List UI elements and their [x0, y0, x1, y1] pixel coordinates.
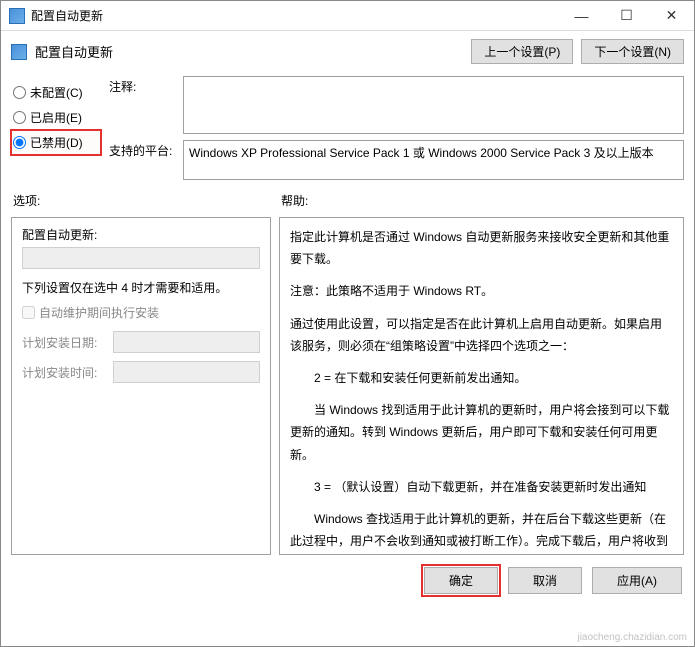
cancel-button[interactable]: 取消 [508, 567, 582, 594]
radio-disabled-input[interactable] [13, 136, 26, 149]
radio-enabled[interactable]: 已启用(E) [11, 105, 101, 130]
schedule-day-select[interactable] [113, 331, 260, 353]
window-title: 配置自动更新 [31, 7, 559, 24]
options-config-select[interactable] [22, 247, 260, 269]
comment-row: 注释: [109, 76, 684, 134]
schedule-day-row: 计划安装日期: [22, 331, 260, 353]
help-p3: 通过使用此设置，可以指定是否在此计算机上启用自动更新。如果启用该服务，则必须在“… [290, 313, 673, 357]
config-area: 未配置(C) 已启用(E) 已禁用(D) 注释: 支持的平台: Windows … [1, 72, 694, 188]
close-button[interactable]: ✕ [649, 1, 694, 30]
options-note: 下列设置仅在选中 4 时才需要和适用。 [22, 279, 260, 296]
help-p6: 3 = （默认设置）自动下载更新，并在准备安装更新时发出通知 [290, 476, 673, 498]
policy-title: 配置自动更新 [35, 42, 463, 61]
minimize-button[interactable]: — [559, 1, 604, 30]
schedule-time-select[interactable] [113, 361, 260, 383]
app-icon [9, 8, 25, 24]
comment-label: 注释: [109, 76, 177, 134]
help-p4: 2 = 在下载和安装任何更新前发出通知。 [290, 367, 673, 389]
radio-disabled-label: 已禁用(D) [30, 134, 83, 151]
help-panel[interactable]: 指定此计算机是否通过 Windows 自动更新服务来接收安全更新和其他重要下载。… [279, 217, 684, 555]
options-panel: 配置自动更新: 下列设置仅在选中 4 时才需要和适用。 自动维护期间执行安装 计… [11, 217, 271, 555]
toolbar: 配置自动更新 上一个设置(P) 下一个设置(N) [1, 31, 694, 72]
help-p1: 指定此计算机是否通过 Windows 自动更新服务来接收安全更新和其他重要下载。 [290, 226, 673, 270]
help-p7: Windows 查找适用于此计算机的更新，并在后台下载这些更新（在此过程中，用户… [290, 508, 673, 555]
fields-column: 注释: 支持的平台: Windows XP Professional Servi… [109, 76, 684, 180]
radio-enabled-input[interactable] [13, 111, 26, 124]
middle-panels: 配置自动更新: 下列设置仅在选中 4 时才需要和适用。 自动维护期间执行安装 计… [1, 213, 694, 559]
radio-not-configured-label: 未配置(C) [30, 84, 83, 101]
schedule-day-label: 计划安装日期: [22, 334, 107, 351]
radio-enabled-label: 已启用(E) [30, 109, 82, 126]
window-titlebar: 配置自动更新 — ☐ ✕ [1, 1, 694, 31]
section-labels: 选项: 帮助: [1, 188, 694, 213]
bottom-buttons: 确定 取消 应用(A) [1, 559, 694, 602]
ok-button[interactable]: 确定 [424, 567, 498, 594]
radio-group: 未配置(C) 已启用(E) 已禁用(D) [11, 76, 101, 180]
help-p2: 注意：此策略不适用于 Windows RT。 [290, 280, 673, 302]
maintenance-checkbox[interactable] [22, 306, 35, 319]
options-heading: 选项: [13, 192, 273, 209]
radio-not-configured[interactable]: 未配置(C) [11, 80, 101, 105]
help-p5: 当 Windows 找到适用于此计算机的更新时，用户将会接到可以下载更新的通知。… [290, 399, 673, 466]
schedule-time-label: 计划安装时间: [22, 364, 107, 381]
policy-icon [11, 44, 27, 60]
maximize-button[interactable]: ☐ [604, 1, 649, 30]
watermark: jiaocheng.chazidian.com [577, 632, 687, 643]
radio-not-configured-input[interactable] [13, 86, 26, 99]
help-heading: 帮助: [281, 192, 308, 209]
radio-disabled[interactable]: 已禁用(D) [11, 130, 101, 155]
window-controls: — ☐ ✕ [559, 1, 694, 30]
platform-box: Windows XP Professional Service Pack 1 或… [183, 140, 684, 180]
apply-button[interactable]: 应用(A) [592, 567, 682, 594]
options-maintenance-check[interactable]: 自动维护期间执行安装 [22, 304, 260, 321]
maintenance-checkbox-label: 自动维护期间执行安装 [39, 304, 159, 321]
platform-row: 支持的平台: Windows XP Professional Service P… [109, 140, 684, 180]
prev-setting-button[interactable]: 上一个设置(P) [471, 39, 573, 64]
comment-textarea[interactable] [183, 76, 684, 134]
options-config-label: 配置自动更新: [22, 226, 260, 243]
next-setting-button[interactable]: 下一个设置(N) [581, 39, 684, 64]
platform-label: 支持的平台: [109, 140, 177, 180]
schedule-time-row: 计划安装时间: [22, 361, 260, 383]
